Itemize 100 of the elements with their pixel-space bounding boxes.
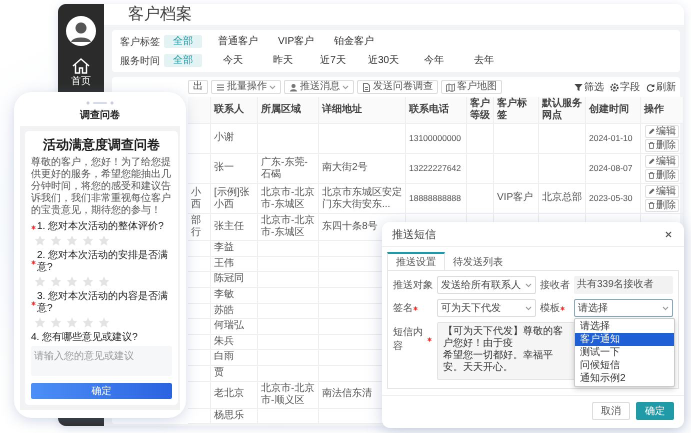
delete-button[interactable]: 删除 xyxy=(645,169,679,182)
select-field[interactable]: 可为天下代发 xyxy=(437,299,536,317)
table-cell: 13222227642 xyxy=(409,162,462,174)
refresh-icon xyxy=(646,82,655,92)
submit-button[interactable]: 确定 xyxy=(31,383,172,399)
pencil-icon xyxy=(648,158,655,165)
pencil-icon xyxy=(648,128,655,135)
table-cell: 北京市东城区安定门东大街安东... xyxy=(322,186,402,210)
table-cell-text: 部行 xyxy=(191,215,202,239)
avatar-icon xyxy=(66,16,96,46)
cancel-button[interactable]: 取消 xyxy=(592,402,630,420)
star-icon xyxy=(82,235,94,246)
star-icon xyxy=(98,235,110,246)
caret-icon xyxy=(662,306,669,310)
filter-icon xyxy=(574,82,583,92)
delete-button[interactable]: 删除 xyxy=(645,139,679,152)
star-icon xyxy=(50,317,62,328)
dropdown-option[interactable]: 请选择 xyxy=(575,320,674,333)
table-cell: 何瑞弘 xyxy=(214,320,244,332)
column-header: 联系电话 xyxy=(409,104,450,116)
column-header: 联系人 xyxy=(214,104,245,116)
filter-option[interactable]: 昨天 xyxy=(264,54,302,67)
select-field[interactable]: 发送给所有联系人 xyxy=(437,276,536,294)
star-icon xyxy=(34,235,46,246)
column-header: 默认服务网点 xyxy=(542,98,582,122)
table-cell: 李益 xyxy=(214,242,234,254)
dropdown-option[interactable]: 客户通知 xyxy=(575,333,674,346)
page-title: 客户档案 xyxy=(128,4,192,25)
question-text: 2. 您对本次活动的安排是否满意? xyxy=(37,250,170,274)
toolbar-button[interactable]: 客户地图 xyxy=(441,80,502,94)
edit-button[interactable]: 编辑 xyxy=(645,155,679,168)
table-cell-text: 小西 xyxy=(191,186,202,210)
table-cell: 王伟 xyxy=(214,258,234,270)
filter-option[interactable]: 普通客户 xyxy=(214,35,262,48)
caret-icon xyxy=(342,84,349,90)
table-cell: 陈冠同 xyxy=(214,273,244,286)
table-cell: 南大街2号 xyxy=(322,162,368,174)
map-icon xyxy=(446,82,455,92)
filter-option[interactable]: 铂金客户 xyxy=(330,35,378,48)
question-text: 4. 您有哪些意见或建议? xyxy=(31,332,138,344)
settings-icon xyxy=(610,82,619,92)
star-icon xyxy=(34,317,46,328)
sidebar-item[interactable]: 首页 xyxy=(71,56,91,88)
trash-icon xyxy=(648,142,655,149)
star-icon xyxy=(82,317,94,328)
column-header: 创建时间 xyxy=(589,104,630,116)
column-header: 所属区域 xyxy=(261,104,302,116)
toolbar-link[interactable]: 字段 xyxy=(610,80,640,94)
tab[interactable]: 推送设置 xyxy=(387,252,445,271)
list-icon xyxy=(216,82,225,92)
question-text: 3. 您对本次活动的内容是否满意? xyxy=(37,291,170,315)
edit-button[interactable]: 编辑 xyxy=(645,185,679,198)
edit-button[interactable]: 编辑 xyxy=(645,125,679,138)
select-field[interactable]: 请选择 xyxy=(574,299,673,317)
tab[interactable]: 待发送列表 xyxy=(445,252,511,271)
toolbar-button[interactable]: 批量操作 xyxy=(211,80,281,94)
filter-option[interactable]: 近7天 xyxy=(314,54,352,67)
trash-icon xyxy=(648,172,655,179)
filter-option[interactable]: VIP客户 xyxy=(274,35,318,48)
star-icon xyxy=(66,235,78,246)
toolbar-link[interactable]: 刷新 xyxy=(646,80,676,94)
table-cell: 朱兵 xyxy=(214,336,234,348)
filter-option[interactable]: 去年 xyxy=(465,54,504,67)
table-cell: 李敏 xyxy=(214,288,234,301)
survey-title: 活动满意度调查问卷 xyxy=(42,137,161,153)
table-cell: 苏皓 xyxy=(214,304,234,317)
notch-icon xyxy=(86,101,114,105)
home-icon xyxy=(71,56,91,74)
question-text: 1. 您对本次活动的整体评价? xyxy=(37,221,164,233)
toolbar-button[interactable]: 推送消息 xyxy=(284,80,354,94)
answer-box[interactable]: 请输入您的意见或建议 xyxy=(31,346,172,376)
pencil-icon xyxy=(648,188,655,195)
close-icon[interactable] xyxy=(665,230,672,238)
table-cell: 老北京 xyxy=(214,388,244,400)
toolbar-button[interactable]: 发送问卷调查 xyxy=(357,80,438,94)
document-icon xyxy=(362,82,371,92)
star-icon xyxy=(98,276,110,287)
filter-option[interactable]: 近30天 xyxy=(364,54,404,67)
table-cell: 18888888888 xyxy=(409,192,462,204)
field-label: 模板 xyxy=(540,302,560,315)
filter-option[interactable]: 今天 xyxy=(214,54,252,67)
message-text: 【可为天下代发】尊敬的客户您好！由于疫 xyxy=(443,326,564,350)
table-cell: 北京市-北京市-东城区 xyxy=(261,186,315,210)
person-icon xyxy=(289,82,298,92)
dropdown-option[interactable]: 测试一下 xyxy=(575,346,674,359)
survey-intro: 尊敬的客户，您好！为了给您提供更好的服务，希望您能抽出几分钟时间，将您的感受和建议告诉我们，我们非常重视每位客户的宝贵意见，期待您的参与！ xyxy=(31,157,172,217)
toolbar-link[interactable]: 筛选 xyxy=(574,80,604,94)
table-cell: 东四十条8号 xyxy=(322,220,378,233)
filter-option[interactable]: 今年 xyxy=(415,54,454,67)
table-cell: 2024-01-10 xyxy=(589,132,632,144)
dropdown-option[interactable]: 问候短信 xyxy=(575,359,674,372)
toolbar-button[interactable]: 出 xyxy=(188,80,208,94)
caret-icon xyxy=(525,282,532,288)
delete-button[interactable]: 删除 xyxy=(645,199,679,212)
column-header: 客户标签 xyxy=(497,98,528,122)
field-label: 接收者 xyxy=(540,278,570,292)
star-icon xyxy=(66,317,78,328)
star-icon xyxy=(98,317,110,328)
table-cell: 2023-05-30 xyxy=(589,192,632,204)
table-cell: 南法信东清 xyxy=(322,388,372,400)
